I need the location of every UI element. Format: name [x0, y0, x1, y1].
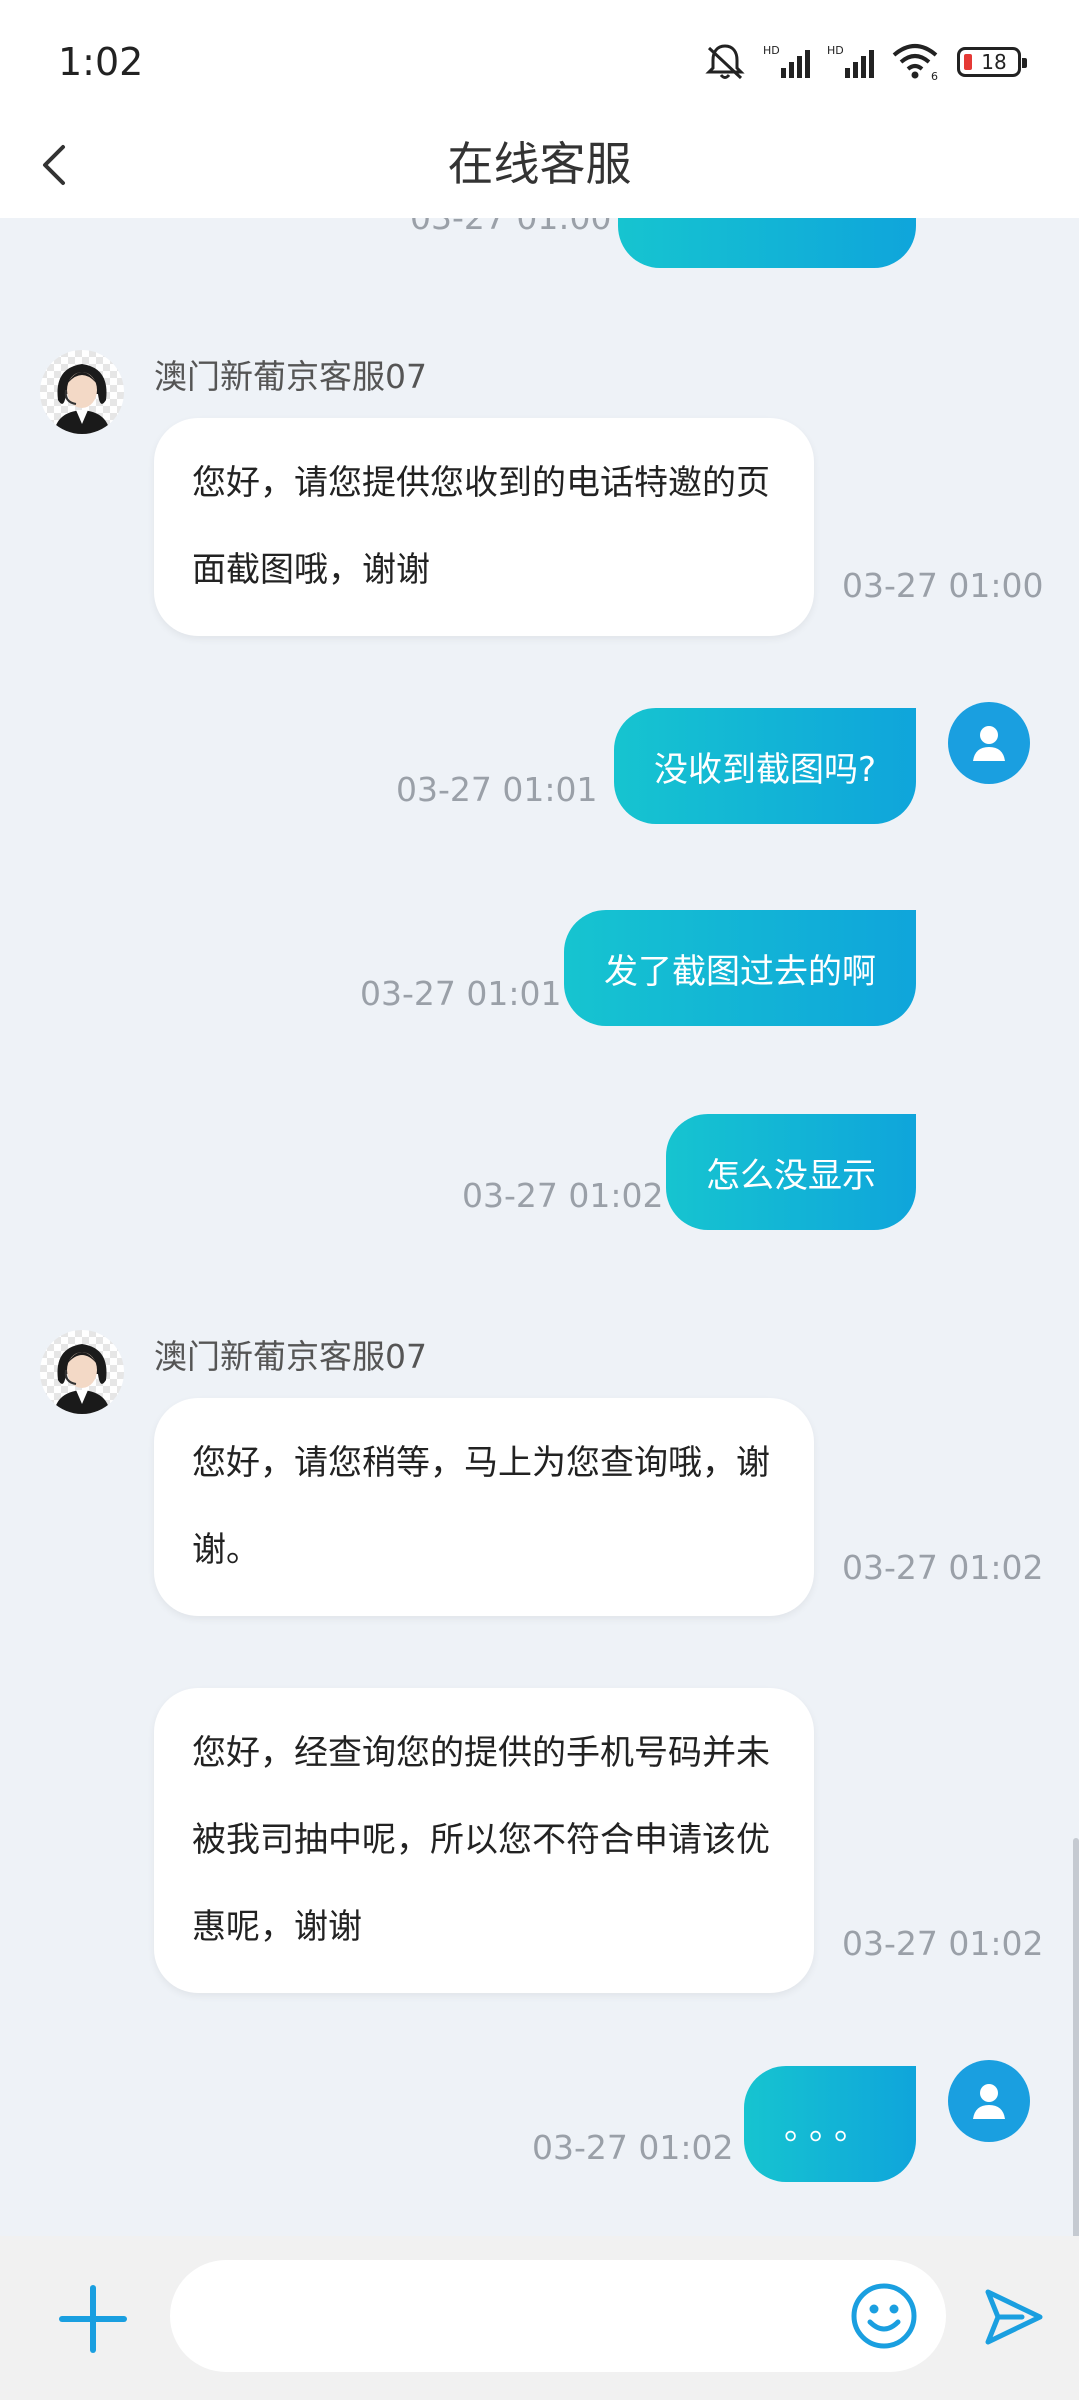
wifi-icon: 6 [892, 44, 938, 81]
attach-button[interactable] [58, 2284, 128, 2354]
message-bubble-outgoing[interactable]: 没收到截图吗? [613, 708, 916, 824]
user-avatar[interactable] [948, 2060, 1030, 2142]
wifi-badge: 6 [931, 70, 938, 81]
message-bubble-outgoing[interactable] [618, 218, 916, 268]
agent-name: 澳门新葡京客服07 [154, 1337, 427, 1376]
message-time: 03-27 01:00 [842, 566, 1044, 605]
smiley-icon [851, 2283, 917, 2349]
message-time: 03-27 01:02 [842, 1924, 1044, 1963]
agent-portrait-icon [54, 1344, 110, 1414]
status-bar: 1:02 HD HD 6 18 [0, 0, 1079, 110]
header: 在线客服 [0, 110, 1079, 218]
message-bubble-incoming[interactable]: 您好，请您稍等，马上为您查询哦，谢谢。 [154, 1398, 814, 1616]
message-bubble-incoming[interactable]: 您好，经查询您的提供的手机号码并未被我司抽中呢，所以您不符合申请该优惠呢，谢谢 [154, 1688, 814, 1993]
emoji-button[interactable] [850, 2282, 918, 2350]
input-bar [0, 2236, 1079, 2400]
battery-level: 18 [981, 50, 1007, 74]
message-time: 03-27 01:02 [842, 1548, 1044, 1587]
message-time: 03-27 01:01 [396, 770, 598, 809]
user-avatar[interactable] [948, 702, 1030, 784]
plus-icon [59, 2285, 127, 2353]
mute-icon [705, 44, 745, 80]
person-icon [973, 2084, 1005, 2119]
svg-text:HD: HD [763, 44, 780, 57]
message-time: 03-27 01:02 [532, 2128, 734, 2167]
svg-text:HD: HD [827, 44, 844, 57]
message-bubble-incoming[interactable]: 您好，请您提供您收到的电话特邀的页面截图哦，谢谢 [154, 418, 814, 636]
message-time: 03-27 01:01 [360, 974, 562, 1013]
agent-avatar[interactable] [40, 1330, 124, 1414]
message-bubble-outgoing[interactable]: 怎么没显示 [666, 1114, 916, 1230]
message-time: 03-27 01:00 [410, 218, 611, 237]
agent-portrait-icon [54, 364, 110, 434]
message-bubble-outgoing[interactable]: 。。。 [744, 2066, 916, 2182]
send-icon [985, 2289, 1043, 2345]
chat-scrollbar[interactable] [1073, 1838, 1079, 2236]
person-icon [973, 726, 1005, 761]
signal-icon: HD [763, 44, 810, 78]
chat-area[interactable]: 03-27 01:00 澳门新葡京客服07 您好，请您提供您收到的电话特邀的页面… [0, 218, 1079, 2236]
send-button[interactable] [982, 2286, 1044, 2348]
message-time: 03-27 01:02 [462, 1176, 664, 1215]
status-time: 1:02 [58, 40, 144, 84]
battery-icon: 18 [957, 47, 1027, 77]
agent-name: 澳门新葡京客服07 [154, 357, 427, 396]
page-title: 在线客服 [447, 137, 632, 191]
signal-icon-2: HD [827, 44, 874, 78]
message-bubble-outgoing[interactable]: 发了截图过去的啊 [564, 910, 916, 1026]
agent-avatar[interactable] [40, 350, 124, 434]
status-icons: HD HD 6 18 [703, 42, 1027, 82]
message-input[interactable] [170, 2260, 946, 2372]
